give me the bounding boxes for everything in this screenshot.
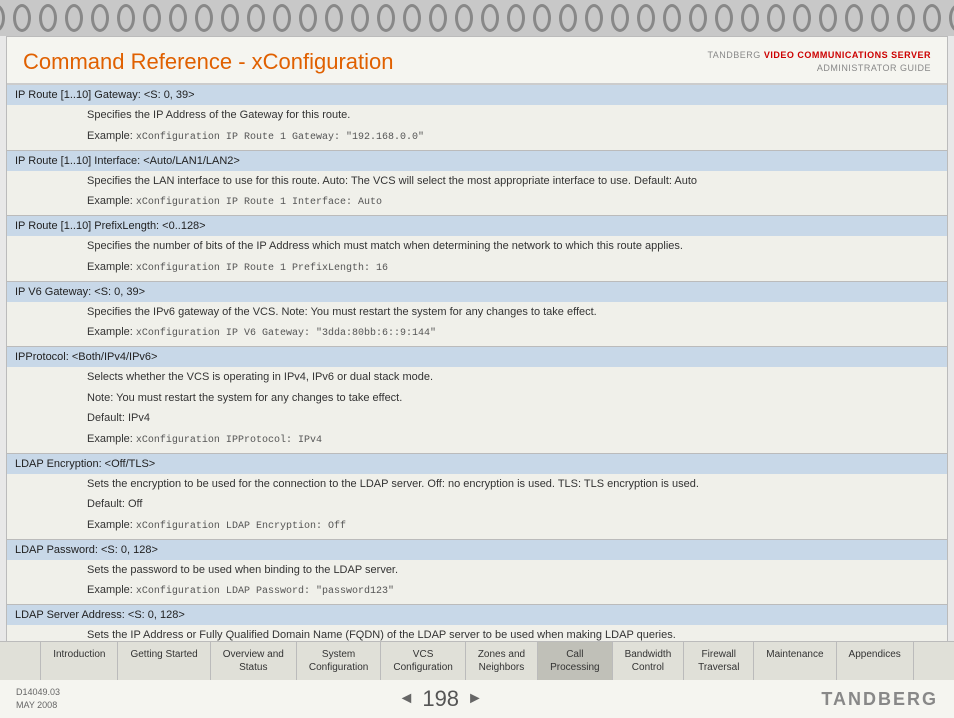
section-header-row: IP V6 Gateway: <S: 0, 39> — [7, 281, 947, 302]
page-title: Command Reference - xConfiguration — [23, 49, 394, 75]
brand-info: TANDBERG VIDEO COMMUNICATIONS SERVER ADM… — [707, 49, 931, 74]
nav-tab-appendices[interactable]: Appendices — [837, 642, 914, 680]
spiral-loop — [793, 4, 811, 32]
spiral-loop — [247, 4, 265, 32]
spiral-loop — [923, 4, 941, 32]
page-navigation[interactable]: ◄ 198 ► — [398, 686, 482, 712]
detail-row: Example: xConfiguration IP Route 1 Inter… — [7, 191, 947, 216]
section-header-row: LDAP Server Address: <S: 0, 128> — [7, 605, 947, 626]
spiral-loop — [533, 4, 551, 32]
spiral-loop — [585, 4, 603, 32]
page-footer: IntroductionGetting StartedOverview andS… — [0, 641, 954, 718]
nav-tab-zones-neighbors[interactable]: Zones andNeighbors — [466, 642, 538, 680]
detail-row: Example: xConfiguration IP Route 1 Gatew… — [7, 126, 947, 151]
nav-tab-introduction[interactable]: Introduction — [40, 642, 118, 680]
detail-row: Example: xConfiguration IP Route 1 Prefi… — [7, 257, 947, 282]
section-header-row: IP Route [1..10] Gateway: <S: 0, 39> — [7, 84, 947, 105]
detail-row: Specifies the IPv6 gateway of the VCS. N… — [7, 302, 947, 323]
spiral-loop — [351, 4, 369, 32]
spiral-loop — [455, 4, 473, 32]
detail-row: Sets the encryption to be used for the c… — [7, 474, 947, 495]
nav-tab-firewall-traversal[interactable]: FirewallTraversal — [684, 642, 754, 680]
doc-info: D14049.03 MAY 2008 — [16, 686, 60, 711]
spiral-loop — [325, 4, 343, 32]
spiral-loop — [273, 4, 291, 32]
detail-row: Specifies the IP Address of the Gateway … — [7, 105, 947, 126]
page-number: 198 — [422, 686, 459, 712]
spiral-loop — [403, 4, 421, 32]
bottom-footer: D14049.03 MAY 2008 ◄ 198 ► TANDBERG — [0, 680, 954, 718]
spiral-loop — [13, 4, 31, 32]
spiral-binding — [0, 0, 954, 36]
detail-row: Example: xConfiguration IP V6 Gateway: "… — [7, 322, 947, 347]
next-page-button[interactable]: ► — [467, 690, 483, 708]
spiral-loop — [897, 4, 915, 32]
nav-tabs-bar: IntroductionGetting StartedOverview andS… — [0, 641, 954, 680]
detail-row: Specifies the LAN interface to use for t… — [7, 171, 947, 192]
detail-row: Note: You must restart the system for an… — [7, 388, 947, 409]
spiral-loop — [637, 4, 655, 32]
spiral-loop — [663, 4, 681, 32]
spiral-loop — [195, 4, 213, 32]
spiral-loop — [819, 4, 837, 32]
nav-tab-getting-started[interactable]: Getting Started — [118, 642, 210, 680]
spiral-loop — [377, 4, 395, 32]
footer-brand: TANDBERG — [821, 689, 938, 710]
detail-row: Specifies the number of bits of the IP A… — [7, 236, 947, 257]
spiral-loop — [715, 4, 733, 32]
spiral-loop — [949, 4, 954, 32]
detail-row: Default: Off — [7, 494, 947, 515]
section-header-row: IP Route [1..10] Interface: <Auto/LAN1/L… — [7, 150, 947, 171]
nav-tab-maintenance[interactable]: Maintenance — [754, 642, 836, 680]
nav-tab-overview-status[interactable]: Overview andStatus — [211, 642, 297, 680]
spiral-loop — [91, 4, 109, 32]
section-header-row: IPProtocol: <Both/IPv4/IPv6> — [7, 347, 947, 368]
spiral-loop — [0, 4, 5, 32]
spiral-loop — [507, 4, 525, 32]
section-header-row: LDAP Password: <S: 0, 128> — [7, 539, 947, 560]
section-header-row: IP Route [1..10] PrefixLength: <0..128> — [7, 216, 947, 237]
spiral-loop — [169, 4, 187, 32]
nav-tab-bandwidth-control[interactable]: BandwidthControl — [613, 642, 685, 680]
detail-row: Example: xConfiguration LDAP Encryption:… — [7, 515, 947, 540]
spiral-loop — [117, 4, 135, 32]
main-wrapper: Command Reference - xConfiguration TANDB… — [6, 36, 948, 704]
section-header-row: LDAP Encryption: <Off/TLS> — [7, 453, 947, 474]
detail-row: Selects whether the VCS is operating in … — [7, 367, 947, 388]
nav-tab-call-processing[interactable]: CallProcessing — [538, 642, 612, 680]
spiral-loop — [611, 4, 629, 32]
spiral-loop — [221, 4, 239, 32]
spiral-loop — [845, 4, 863, 32]
detail-row: Example: xConfiguration IPProtocol: IPv4 — [7, 429, 947, 454]
prev-page-button[interactable]: ◄ — [398, 690, 414, 708]
spiral-loop — [689, 4, 707, 32]
spiral-loop — [39, 4, 57, 32]
nav-tab-vcs-config[interactable]: VCSConfiguration — [381, 642, 465, 680]
reference-table: IP Route [1..10] Gateway: <S: 0, 39>Spec… — [7, 83, 947, 703]
spiral-loop — [143, 4, 161, 32]
spiral-loop — [767, 4, 785, 32]
content-area: IP Route [1..10] Gateway: <S: 0, 39>Spec… — [7, 83, 947, 703]
spiral-loop — [481, 4, 499, 32]
detail-row: Default: IPv4 — [7, 408, 947, 429]
spiral-loop — [871, 4, 889, 32]
detail-row: Sets the password to be used when bindin… — [7, 560, 947, 581]
spiral-loop — [429, 4, 447, 32]
spiral-loop — [559, 4, 577, 32]
spiral-loop — [299, 4, 317, 32]
nav-tab-system-config[interactable]: SystemConfiguration — [297, 642, 381, 680]
spiral-loop — [65, 4, 83, 32]
spiral-loop — [741, 4, 759, 32]
page-header: Command Reference - xConfiguration TANDB… — [7, 37, 947, 83]
detail-row: Example: xConfiguration LDAP Password: "… — [7, 580, 947, 605]
